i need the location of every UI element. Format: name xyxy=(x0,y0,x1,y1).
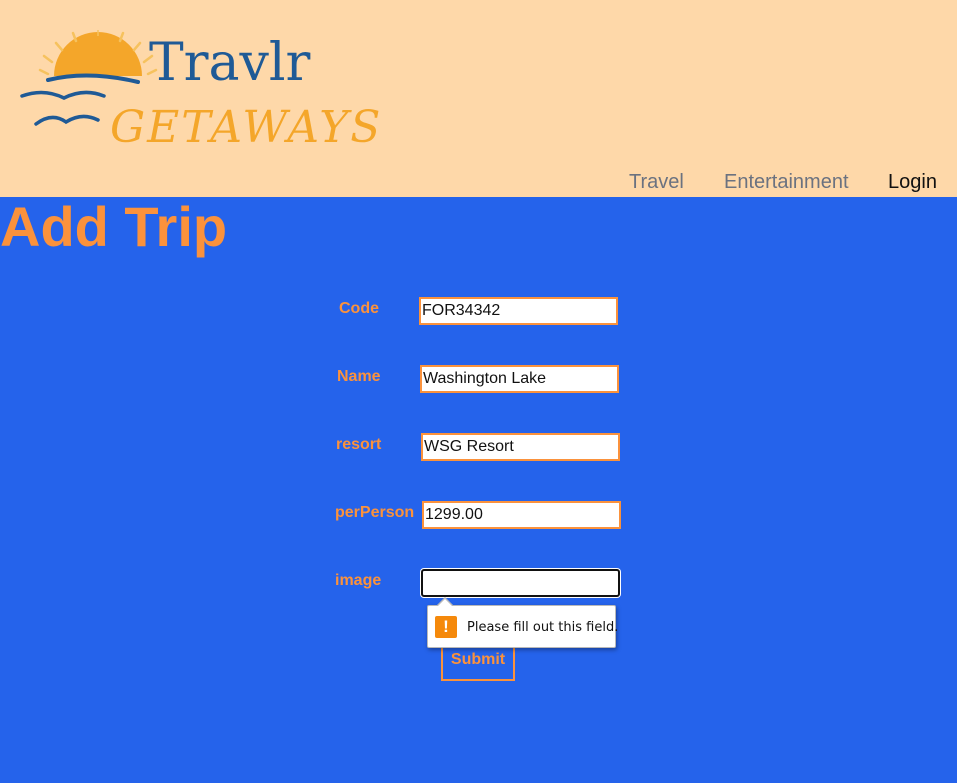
logo-text-getaways: GETAWAYS xyxy=(110,102,382,153)
nav-link-entertainment[interactable]: Entertainment xyxy=(724,171,849,194)
code-input[interactable] xyxy=(419,297,618,325)
sun-icon xyxy=(38,30,158,76)
resort-label: resort xyxy=(336,436,382,453)
tooltip-arrow-fill xyxy=(437,599,453,607)
per-person-input[interactable] xyxy=(422,501,621,529)
validation-message: Please fill out this field. xyxy=(467,620,619,635)
bird-icon xyxy=(34,114,100,126)
page-title: Add Trip xyxy=(0,195,228,258)
image-label: image xyxy=(335,572,382,589)
resort-input[interactable] xyxy=(421,433,620,461)
nav-link-login[interactable]: Login xyxy=(888,171,937,194)
logo-text-travlr: Travlr xyxy=(149,33,311,93)
per-person-label: perPerson xyxy=(335,504,415,521)
name-input[interactable] xyxy=(420,365,619,393)
validation-tooltip: ! Please fill out this field. xyxy=(427,597,619,648)
name-label: Name xyxy=(337,368,381,385)
code-label: Code xyxy=(339,300,379,317)
wave-icon xyxy=(20,73,140,100)
image-input[interactable] xyxy=(421,569,620,597)
site-header: Travlr GETAWAYS Travel Entertainment Log… xyxy=(0,0,957,197)
nav-link-travel[interactable]: Travel xyxy=(629,171,684,194)
travlr-getaways-logo[interactable]: Travlr GETAWAYS xyxy=(18,30,388,155)
warning-icon: ! xyxy=(435,616,457,638)
